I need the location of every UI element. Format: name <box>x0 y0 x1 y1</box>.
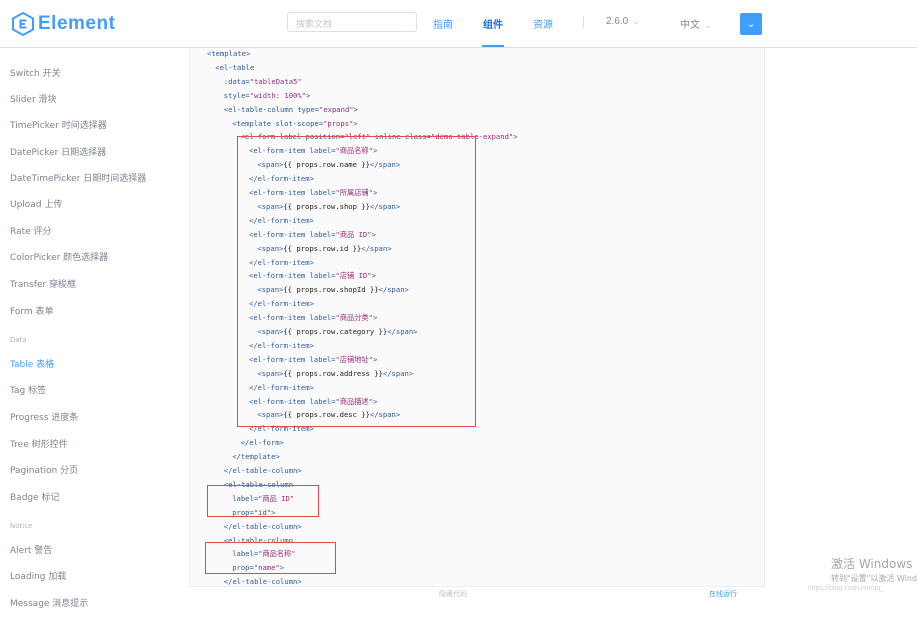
sidebar-item-colorpicker[interactable]: ColorPicker 颜色选择器 <box>10 250 108 263</box>
code-line: <el-form-item label="商品分类"> <box>249 313 378 323</box>
code-line: <span>{{ props.row.desc }}</span> <box>257 410 401 420</box>
sidebar-item-datetimepicker[interactable]: DateTimePicker 日期时间选择器 <box>10 171 146 184</box>
code-line: </el-table-column> <box>223 521 302 531</box>
code-line: <el-table-column <box>223 535 294 545</box>
sidebar-item-badge[interactable]: Badge 标记 <box>10 490 60 503</box>
sidebar-item-rate[interactable]: Rate 评分 <box>10 224 52 237</box>
sidebar-group-data: Data <box>10 336 27 344</box>
code-line: <el-form-item label="商品 ID"> <box>249 229 376 239</box>
code-line: <el-form-item label="商品名称"> <box>249 146 378 156</box>
sidebar-item-upload[interactable]: Upload 上传 <box>10 197 62 210</box>
code-line: </el-form-item> <box>249 215 314 225</box>
code-line: </el-form-item> <box>249 174 314 184</box>
code-line: label="商品名称" <box>232 549 296 559</box>
sidebar-item-tree[interactable]: Tree 树形控件 <box>10 437 68 450</box>
code-line: </el-form-item> <box>249 424 314 434</box>
code-line: <span>{{ props.row.address }}</span> <box>257 368 414 378</box>
code-line: prop="name"> <box>232 563 285 573</box>
version-label: 2.6.0 <box>606 16 629 27</box>
code-line: <el-table-column <box>223 479 294 489</box>
code-line: </el-form-item> <box>249 257 314 267</box>
code-line: </el-form-item> <box>249 382 314 392</box>
sidebar-item-slider[interactable]: Slider 滑块 <box>10 92 57 105</box>
element-logo[interactable]: Element <box>12 10 115 38</box>
blog-watermark: https://blog.csdn.net/qq_ <box>808 585 885 592</box>
code-line: </el-form> <box>240 438 284 448</box>
run-online-button[interactable]: 在线运行 <box>709 589 737 599</box>
code-line: </template> <box>232 452 280 462</box>
sidebar-group-notice: Notice <box>10 522 33 530</box>
chevron-down-icon: ⌄ <box>746 18 756 30</box>
code-line: </el-table-column> <box>223 577 302 587</box>
code-line: </el-form-item> <box>249 340 314 350</box>
code-line: label="商品 ID" <box>232 493 295 503</box>
sidebar-item-table[interactable]: Table 表格 <box>10 357 54 370</box>
language-select[interactable]: 中文 ⌄ <box>680 16 712 31</box>
code-line: prop="id"> <box>232 507 276 517</box>
language-label: 中文 <box>680 20 700 31</box>
code-line: <el-form-item label="店铺 ID"> <box>249 271 376 281</box>
logo-text: Element <box>38 13 116 34</box>
element-logo-icon <box>12 12 34 36</box>
code-line: <el-form label-position="left" inline cl… <box>240 132 518 142</box>
search-input[interactable]: 搜索文档 <box>287 12 417 32</box>
code-line: </el-table-column> <box>223 466 302 475</box>
code-line: <template> <box>207 49 251 58</box>
theme-picker-button[interactable]: ⌄ <box>740 13 762 35</box>
sidebar-item-datepicker[interactable]: DatePicker 日期选择器 <box>10 145 106 158</box>
code-line: </el-form-item> <box>249 299 314 309</box>
code-footer: 隐藏代码 在线运行 <box>189 586 765 600</box>
code-line: <span>{{ props.row.shop }}</span> <box>257 201 401 211</box>
code-line: <el-form-item label="所属店铺"> <box>249 188 378 197</box>
code-line: <span>{{ props.row.id }}</span> <box>257 243 392 253</box>
sidebar-item-form[interactable]: Form 表单 <box>10 304 54 317</box>
sidebar-item-timepicker[interactable]: TimePicker 时间选择器 <box>10 118 107 131</box>
nav-active-indicator <box>482 45 504 47</box>
code-line: :data="tableData5" <box>223 76 302 86</box>
sidebar-item-alert[interactable]: Alert 警告 <box>10 543 52 556</box>
nav-guide[interactable]: 指南 <box>433 16 453 31</box>
nav-component[interactable]: 组件 <box>483 16 503 31</box>
chevron-down-icon: ⌄ <box>632 16 640 26</box>
windows-activation-subtitle: 转到"设置"以激活 Windows。 <box>831 574 917 583</box>
sidebar-item-transfer[interactable]: Transfer 穿梭框 <box>10 277 76 290</box>
code-line: <span>{{ props.row.shopId }}</span> <box>257 285 409 295</box>
sidebar-item-pagination[interactable]: Pagination 分页 <box>10 463 78 476</box>
chevron-down-icon: ⌄ <box>704 21 712 31</box>
code-line: <el-table-column type="expand"> <box>223 104 358 114</box>
code-block: <template> <el-table :data="tableData5" sty… <box>189 48 765 600</box>
nav-divider <box>583 16 584 28</box>
code-line: style="width: 100%"> <box>223 90 311 100</box>
sidebar-item-loading[interactable]: Loading 加载 <box>10 569 66 582</box>
windows-activation-title: 激活 Windows <box>831 557 913 571</box>
code-line: <span>{{ props.row.name }}</span> <box>257 160 401 170</box>
nav-resource[interactable]: 资源 <box>533 16 553 31</box>
sidebar-item-message[interactable]: Message 消息提示 <box>10 596 88 609</box>
sidebar-item-tag[interactable]: Tag 标签 <box>10 383 46 396</box>
component-sidebar: Switch 开关 Slider 滑块 TimePicker 时间选择器 Dat… <box>0 48 175 618</box>
sidebar-item-switch[interactable]: Switch 开关 <box>10 66 61 79</box>
code-line: <span>{{ props.row.category }}</span> <box>257 327 418 336</box>
code-line: <el-form-item label="店铺地址"> <box>249 354 378 364</box>
code-line: <el-form-item label="商品描述"> <box>249 396 378 406</box>
hide-code-button[interactable]: 隐藏代码 <box>439 589 467 599</box>
code-line: <template slot-scope="props"> <box>232 118 358 128</box>
version-select[interactable]: 2.6.0 ⌄ <box>606 16 640 27</box>
page: Element 搜索文档 指南 组件 资源 2.6.0 ⌄ 中文 ⌄ ⌄ Switc… <box>0 0 917 618</box>
top-header: Element 搜索文档 指南 组件 资源 2.6.0 ⌄ 中文 ⌄ ⌄ <box>0 0 917 48</box>
sidebar-item-progress[interactable]: Progress 进度条 <box>10 410 78 423</box>
code-line: <el-table <box>215 62 255 72</box>
